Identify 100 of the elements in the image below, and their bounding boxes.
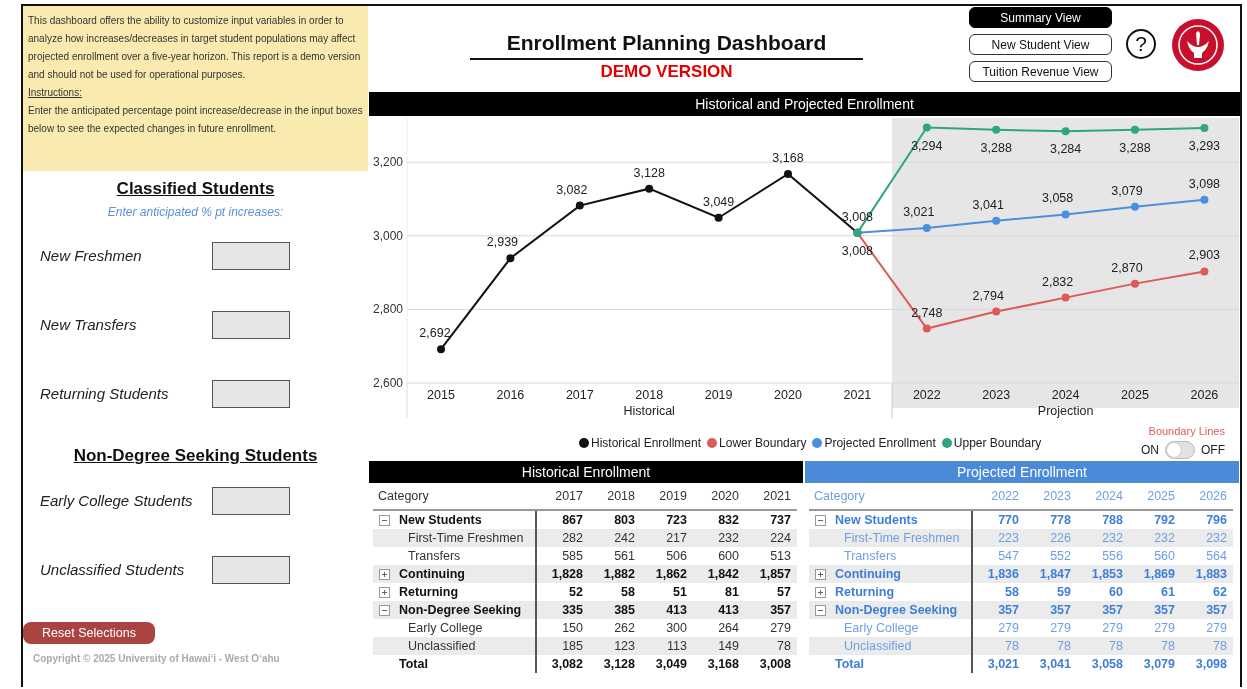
- table-cell: 232: [693, 529, 745, 547]
- column-header: 2018: [606, 488, 636, 505]
- table-cell: 1,828: [537, 565, 589, 583]
- table-cell-text: 59: [1056, 584, 1072, 601]
- input-field[interactable]: [212, 555, 290, 584]
- axis-label: 2021: [843, 388, 872, 402]
- column-header: 2024: [1094, 488, 1124, 505]
- data-label: 3,021: [903, 205, 935, 220]
- table-cell-text: 3,168: [706, 656, 740, 673]
- collapse-icon[interactable]: [815, 514, 826, 526]
- axis-label: 2015: [427, 388, 455, 402]
- row-label: Continuing: [399, 566, 465, 583]
- data-label: 2,870: [1111, 260, 1143, 275]
- table-cell-text: 3,098: [1194, 656, 1228, 673]
- table-cell: 78: [1181, 637, 1233, 655]
- table-cell: 1,862: [641, 565, 693, 583]
- table-cell: 113: [641, 637, 693, 655]
- expand-icon[interactable]: [379, 586, 390, 598]
- data-label: 3,098: [1188, 176, 1221, 191]
- table-cell: 1,857: [745, 565, 797, 583]
- table-cell-text: 300: [665, 620, 688, 637]
- table-cell-text: 513: [769, 548, 792, 565]
- table-cell: 335: [537, 601, 589, 619]
- collapse-icon[interactable]: [379, 514, 390, 526]
- axis-label: 2019: [704, 388, 733, 402]
- row-label: Non-Degree Seeking: [835, 602, 958, 619]
- table-cell: 357: [1181, 601, 1233, 619]
- table-cell-text: 279: [1205, 620, 1228, 637]
- row-label: Continuing: [835, 566, 901, 583]
- table-cell-text: 52: [568, 584, 584, 601]
- toggle-switch[interactable]: [1165, 440, 1195, 459]
- table-cell: 217: [641, 529, 693, 547]
- table-cell: 78: [1129, 637, 1181, 655]
- section-heading: Non-Degree Seeking Students: [73, 446, 318, 465]
- data-label: 3,293: [1188, 138, 1221, 153]
- instructions-text: Enter the anticipated percentage point increase/decrease in the input boxes below to see the expected changes in future enrollment.: [28, 104, 363, 136]
- table-cell: 1,847: [1025, 565, 1077, 583]
- input-field[interactable]: [212, 310, 290, 339]
- table-cell-text: 3,082: [550, 656, 584, 673]
- copyright-text: Copyright © 2025 University of Hawaiʻi - West Oʻahu: [33, 653, 280, 664]
- data-label: 3,284: [1049, 142, 1082, 157]
- input-label: New Freshmen: [40, 247, 143, 264]
- table-cell-text: 3,058: [1090, 656, 1124, 673]
- table-cell-text: 279: [1153, 620, 1176, 637]
- expand-icon[interactable]: [379, 568, 390, 580]
- table-cell-text: 3,021: [986, 656, 1020, 673]
- expand-icon[interactable]: [815, 586, 826, 598]
- input-field[interactable]: [212, 241, 290, 270]
- row-label: Total: [399, 656, 428, 673]
- view-button[interactable]: New Student View: [969, 34, 1112, 55]
- help-button[interactable]: ?: [1126, 29, 1156, 59]
- data-label: 3,288: [1119, 140, 1151, 155]
- legend-label: Historical Enrollment: [591, 436, 702, 450]
- axis-label: 2,800: [372, 302, 403, 317]
- table-cell: 1,836: [973, 565, 1025, 583]
- row-label: Transfers: [844, 548, 897, 565]
- toggle-on-label: ON: [1141, 442, 1159, 457]
- axis-label: 2026: [1190, 388, 1219, 402]
- row-label: First-Time Freshmen: [408, 530, 524, 547]
- data-label: 2,692: [419, 326, 451, 341]
- table-cell: 123: [589, 637, 641, 655]
- table-cell-text: 796: [1205, 512, 1228, 529]
- table-cell: 385: [589, 601, 641, 619]
- column-header: 2022: [990, 488, 1020, 505]
- table-cell-text: 600: [717, 548, 740, 565]
- expand-icon[interactable]: [815, 568, 826, 580]
- table-cell: 357: [973, 601, 1025, 619]
- data-label: 2,939: [486, 235, 519, 250]
- input-field[interactable]: [212, 379, 290, 408]
- table-cell: 357: [1077, 601, 1129, 619]
- column-header: 2017: [554, 488, 584, 505]
- table-cell: 1,882: [589, 565, 641, 583]
- view-button[interactable]: Summary View: [969, 7, 1112, 28]
- table-cell: 413: [693, 601, 745, 619]
- column-header: Category: [377, 488, 430, 505]
- data-label: 2,903: [1188, 248, 1221, 263]
- input-label: Unclassified Students: [40, 561, 186, 578]
- dashboard-title: Enrollment Planning Dashboard: [470, 6, 863, 60]
- collapse-icon[interactable]: [815, 604, 826, 616]
- table-cell: 78: [973, 637, 1025, 655]
- data-label: 2,794: [972, 288, 1004, 303]
- section-heading: Classified Students: [116, 179, 275, 198]
- reset-button[interactable]: Reset Selections: [23, 622, 155, 644]
- table-cell-text: 3,079: [1142, 656, 1176, 673]
- table-cell: 357: [1025, 601, 1077, 619]
- axis-label: 3,200: [372, 155, 403, 170]
- table-cell-text: 778: [1049, 512, 1072, 529]
- collapse-icon[interactable]: [379, 604, 390, 616]
- table-cell-text: 585: [561, 548, 584, 565]
- column-header: 2025: [1146, 488, 1176, 505]
- table-cell: 78: [745, 637, 797, 655]
- view-button[interactable]: Tuition Revenue View: [969, 61, 1112, 82]
- table-title: Projected Enrollment: [957, 464, 1087, 480]
- table-cell: 232: [1077, 529, 1129, 547]
- input-field[interactable]: [212, 486, 290, 515]
- row-label: First-Time Freshmen: [844, 530, 960, 547]
- legend-label: Upper Boundary: [953, 436, 1042, 450]
- section-hint: Enter anticipated % pt increases:: [107, 205, 284, 219]
- column-header: 2026: [1198, 488, 1228, 505]
- description-text: This dashboard offers the ability to customize input variables in order to analyze how increases/decreases in target student populations may affect projected enrollment over a five-year horizon. This report is a demo version and should not be used for operational purposes.: [28, 14, 362, 82]
